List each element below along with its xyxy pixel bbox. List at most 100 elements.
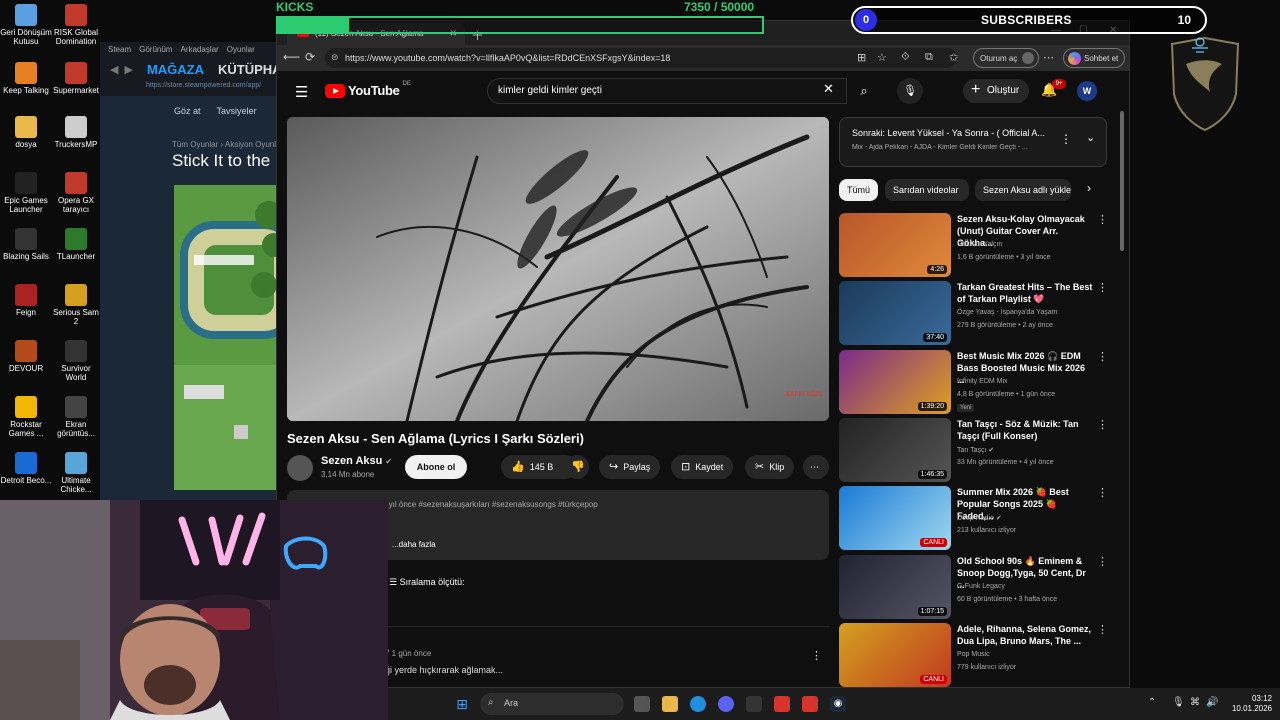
- sort-comments-button[interactable]: ☰ Sıralama ölçütü:: [389, 577, 465, 588]
- recommendation-channel[interactable]: G-Funk Legacy: [957, 583, 1005, 590]
- browser-menu-icon[interactable]: ⋯: [1043, 51, 1054, 64]
- recommendation-more-icon[interactable]: ⋮: [1097, 418, 1108, 431]
- desktop-icon[interactable]: Ultimate Chicke...: [50, 452, 102, 494]
- extensions-icon[interactable]: ⟐: [901, 51, 910, 64]
- chevron-right-icon[interactable]: ›: [1087, 181, 1091, 195]
- clear-search-icon[interactable]: ✕: [823, 81, 834, 97]
- dislike-button[interactable]: 👎: [565, 455, 589, 479]
- clip-button[interactable]: ✂ Klip: [745, 455, 795, 479]
- app-available-icon[interactable]: ⊞: [857, 51, 866, 64]
- account-avatar[interactable]: W: [1077, 81, 1097, 101]
- taskbar-clock[interactable]: 03:12 10.01.2026: [1228, 694, 1272, 714]
- share-button[interactable]: ↪ Paylaş: [599, 455, 661, 479]
- chip-all[interactable]: Tümü: [839, 179, 879, 201]
- chip-uploader[interactable]: Sezen Aksu adlı yükleyici: [975, 179, 1071, 201]
- recommendation-item[interactable]: 1:46:35 Tan Taşçı - Söz & Müzik: Tan Taşç…: [839, 417, 1109, 482]
- chevron-down-icon[interactable]: ⌄: [1086, 131, 1095, 144]
- desktop-icon[interactable]: Serious Sam 2: [50, 284, 102, 326]
- volume-icon[interactable]: 🔊: [1206, 697, 1218, 708]
- recommendation-more-icon[interactable]: ⋮: [1097, 555, 1108, 568]
- tray-overflow-icon[interactable]: ⌃: [1148, 697, 1156, 708]
- recommendation-item[interactable]: 1:07:15 Old School 90s 🔥 Eminem & Snoop D…: [839, 554, 1109, 619]
- refresh-icon[interactable]: ⟳: [305, 50, 315, 64]
- taskbar-search[interactable]: ⌕ Ara: [480, 693, 624, 715]
- video-player[interactable]: ŞARKI SÖZÜ: [287, 117, 829, 421]
- recommendation-title[interactable]: Tan Taşçı - Söz & Müzik: Tan Taşçı (Full…: [957, 418, 1095, 442]
- recommendation-title[interactable]: Adele, Rihanna, Selena Gomez, Dua Lipa, …: [957, 623, 1095, 647]
- desktop-icon[interactable]: Supermarket: [50, 62, 102, 95]
- steam-tab-browse[interactable]: Göz at: [174, 106, 201, 116]
- desktop-icon[interactable]: Blazing Sails: [0, 228, 52, 261]
- video-thumbnail[interactable]: 1:46:35: [839, 417, 951, 482]
- microphone-tray-icon[interactable]: 🎙: [1172, 697, 1185, 708]
- steam-back-icon[interactable]: ◀: [110, 63, 118, 76]
- steam-menu-friends[interactable]: Arkadaşlar: [180, 45, 218, 54]
- recommendation-channel[interactable]: Tan Taşçı ✔: [957, 446, 994, 454]
- microphone-icon[interactable]: 🎙: [897, 78, 923, 104]
- recommendation-channel[interactable]: Özge Yavaş - İspanya'da Yaşam: [957, 309, 1057, 316]
- desktop-icon[interactable]: Geri Dönüşüm Kutusu: [0, 4, 52, 46]
- desktop-icon[interactable]: Keep Talking: [0, 62, 52, 95]
- desktop-icon[interactable]: Detroit Beco...: [0, 452, 52, 485]
- recommendation-more-icon[interactable]: ⋮: [1097, 350, 1108, 363]
- favorite-star-icon[interactable]: ☆: [877, 51, 887, 64]
- desktop-icon[interactable]: RISK Global Domination: [50, 4, 102, 46]
- more-actions-icon[interactable]: ⋯: [803, 455, 829, 479]
- desktop-icon[interactable]: Survivor World: [50, 340, 102, 382]
- recommendation-channel[interactable]: Infinity EDM Mix: [957, 378, 1008, 385]
- video-thumbnail[interactable]: 37:40: [839, 281, 951, 346]
- recommendation-item[interactable]: CANLI Summer Mix 2026 🍓 Best Popular Song…: [839, 486, 1109, 551]
- recommendation-channel[interactable]: Gökhan Yalçın: [957, 241, 1002, 248]
- up-next-more-icon[interactable]: ⋮: [1060, 132, 1072, 146]
- discord-icon[interactable]: [718, 696, 734, 712]
- search-icon[interactable]: ⌕: [849, 78, 879, 104]
- steam-breadcrumb[interactable]: Tüm Oyunlar › Aksiyon Oyunları: [100, 126, 300, 149]
- up-next-panel[interactable]: Sonraki: Levent Yüksel - Ya Sonra - ( Of…: [839, 117, 1107, 167]
- back-icon[interactable]: ⟵: [283, 50, 300, 64]
- recommendation-title[interactable]: Tarkan Greatest Hits – The Best of Tarka…: [957, 281, 1095, 305]
- split-screen-icon[interactable]: ⧉: [925, 51, 933, 64]
- windows-start-icon[interactable]: ⊞: [454, 696, 470, 712]
- steam-menu-games[interactable]: Oyunlar: [227, 45, 255, 54]
- desktop-icon[interactable]: dosya: [0, 116, 52, 149]
- video-thumbnail[interactable]: CANLI: [839, 486, 951, 551]
- copilot-button[interactable]: Sohbet et: [1063, 48, 1125, 68]
- menu-icon[interactable]: ☰: [295, 83, 308, 101]
- steam-forward-icon[interactable]: ▶: [124, 63, 132, 76]
- recommendation-item[interactable]: 4:26 Sezen Aksu-Kolay Olmayacak (Unut) Gu…: [839, 213, 1109, 277]
- show-more-link[interactable]: ...daha fazla: [392, 540, 436, 549]
- edge-icon[interactable]: [690, 696, 706, 712]
- steam-menu-view[interactable]: Görünüm: [139, 45, 172, 54]
- channel-avatar[interactable]: [287, 455, 313, 481]
- subscribe-button[interactable]: Abone ol: [405, 455, 467, 479]
- recommendation-channel[interactable]: Pop Music: [957, 651, 990, 658]
- desktop-icon[interactable]: TruckersMP: [50, 116, 102, 149]
- page-scrollbar[interactable]: [1119, 111, 1125, 685]
- save-button[interactable]: ⊡ Kaydet: [671, 455, 734, 479]
- desktop-icon[interactable]: Rockstar Games ...: [0, 396, 52, 438]
- recommendation-more-icon[interactable]: ⋮: [1097, 623, 1108, 636]
- video-thumbnail[interactable]: 1:39:20: [839, 349, 951, 414]
- steam-nav-store[interactable]: MAĞAZA: [147, 62, 204, 77]
- scrollbar-thumb[interactable]: [1120, 111, 1124, 251]
- chip-from-sari[interactable]: Sarıdan videolar: [885, 179, 969, 201]
- task-view-icon[interactable]: [634, 696, 650, 712]
- desktop-icon[interactable]: DEVOUR: [0, 340, 52, 373]
- desktop-icon[interactable]: Opera GX tarayıcı: [50, 172, 102, 214]
- video-thumbnail[interactable]: CANLI: [839, 622, 951, 687]
- youtube-logo[interactable]: YouTube DE: [325, 81, 411, 98]
- video-thumbnail[interactable]: 1:07:15: [839, 554, 951, 619]
- search-input[interactable]: kimler geldi kimler geçti: [487, 78, 847, 104]
- steam-tab-recommendations[interactable]: Tavsiyeler: [217, 106, 257, 116]
- desktop-icon[interactable]: Feign: [0, 284, 52, 317]
- signin-button[interactable]: Oturum aç: [973, 48, 1039, 68]
- steam-menu-steam[interactable]: Steam: [108, 45, 131, 54]
- site-info-icon[interactable]: ⊜: [331, 52, 339, 63]
- recommendation-item[interactable]: 37:40 Tarkan Greatest Hits – The Best of …: [839, 281, 1109, 346]
- favorites-icon[interactable]: ✩: [949, 51, 958, 64]
- recommendation-channel[interactable]: Deep Radio ✔: [957, 514, 1002, 522]
- steam-taskbar-icon[interactable]: ◉: [830, 696, 846, 712]
- desktop-icon[interactable]: TLauncher: [50, 228, 102, 261]
- create-button[interactable]: + Oluştur: [963, 79, 1029, 103]
- recommendation-item[interactable]: CANLI Adele, Rihanna, Selena Gomez, Dua L…: [839, 622, 1109, 687]
